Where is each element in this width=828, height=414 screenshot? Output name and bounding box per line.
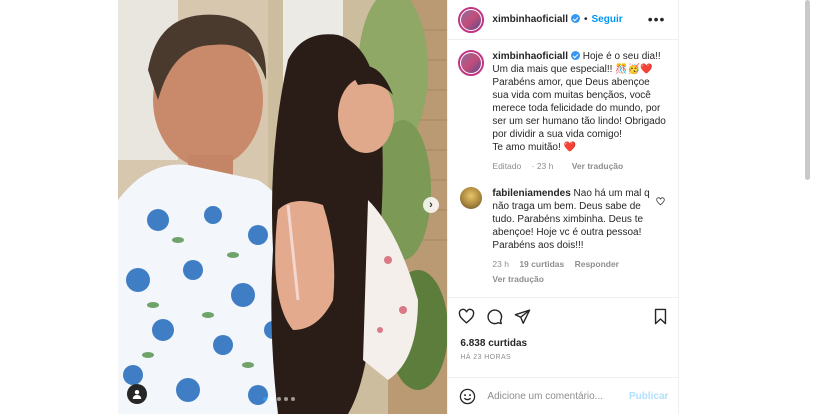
carousel-dot xyxy=(270,397,274,401)
follow-button[interactable]: Seguir xyxy=(592,14,623,25)
comment-likes[interactable]: 19 curtidas xyxy=(519,259,564,269)
bookmark-icon[interactable] xyxy=(652,308,669,325)
translate-link[interactable]: Ver tradução xyxy=(492,274,544,284)
user-tag-icon xyxy=(132,390,142,399)
comment-body: fabileniamendes Nao há um mal q não trag… xyxy=(492,187,660,286)
comment-translate: Ver tradução xyxy=(492,273,660,286)
post-timestamp: HÁ 23 HORAS xyxy=(460,354,512,361)
comment-meta: 23 h 19 curtidas Responder xyxy=(492,258,660,271)
instagram-post-page: › ximbinhaoficiall • Seguir ••• ximbinha… xyxy=(0,0,828,414)
post-caption: ximbinhaoficiall Hoje é o seu dia!! Um d… xyxy=(458,50,673,173)
heart-emoji: ❤️ xyxy=(640,64,653,75)
action-icons xyxy=(458,308,531,325)
add-comment-bar: Publicar xyxy=(448,377,680,414)
post-header: ximbinhaoficiall • Seguir ••• xyxy=(448,0,680,40)
caption-username[interactable]: ximbinhaoficiall xyxy=(492,51,568,62)
avatar[interactable] xyxy=(460,187,483,209)
comment-item: fabileniamendes Nao há um mal q não trag… xyxy=(458,187,673,286)
publish-button[interactable]: Publicar xyxy=(629,391,668,402)
header-username[interactable]: ximbinhaoficiall xyxy=(492,14,580,25)
comments-list[interactable]: ximbinhaoficiall Hoje é o seu dia!! Um d… xyxy=(458,50,673,286)
translate-link[interactable]: Ver tradução xyxy=(572,161,624,171)
post-side-panel: ximbinhaoficiall • Seguir ••• ximbinhaof… xyxy=(447,0,680,414)
avatar[interactable] xyxy=(458,50,485,76)
heart-outline-icon[interactable] xyxy=(656,197,666,206)
comment-input[interactable] xyxy=(487,390,628,402)
carousel-dot xyxy=(291,397,295,401)
verified-badge-icon xyxy=(570,51,580,60)
carousel-indicator xyxy=(263,397,295,401)
caption-text-3: Te amo muitão! xyxy=(492,142,561,153)
verified-badge-icon xyxy=(570,14,580,23)
carousel-dot xyxy=(277,397,281,401)
couple-photo-illustration xyxy=(118,0,448,414)
share-icon[interactable] xyxy=(514,308,531,325)
emoji-icon[interactable] xyxy=(459,388,476,405)
carousel-dot xyxy=(284,397,288,401)
ellipsis-icon[interactable]: ••• xyxy=(648,12,666,26)
reply-button[interactable]: Responder xyxy=(575,259,619,269)
caption-text-2: Parabéns amor, que Deus abençoe sua vida… xyxy=(492,77,666,140)
caption-body: ximbinhaoficiall Hoje é o seu dia!! Um d… xyxy=(492,50,668,173)
post-modal: › ximbinhaoficiall • Seguir ••• ximbinha… xyxy=(118,0,680,414)
comment-username[interactable]: fabileniamendes xyxy=(492,188,570,199)
heart-icon[interactable] xyxy=(458,308,475,325)
caption-meta: Editado · 23 h Ver tradução xyxy=(492,160,668,173)
tagged-users-button[interactable] xyxy=(127,384,147,404)
chevron-right-icon: › xyxy=(429,198,433,211)
post-actions: 6.838 curtidas HÁ 23 HORAS xyxy=(448,297,680,377)
heart-emoji: ❤️ xyxy=(563,142,577,153)
likes-count[interactable]: 6.838 curtidas xyxy=(460,338,527,349)
edited-label: Editado · 23 h xyxy=(492,161,554,171)
post-photo[interactable]: › xyxy=(118,0,448,414)
comment-icon[interactable] xyxy=(486,308,503,325)
carousel-dot-active xyxy=(263,397,267,401)
next-slide-button[interactable]: › xyxy=(423,197,439,213)
comment-time: 23 h xyxy=(492,259,509,269)
page-scrollbar[interactable] xyxy=(805,0,810,180)
separator: • xyxy=(583,14,588,25)
avatar[interactable] xyxy=(458,6,485,33)
